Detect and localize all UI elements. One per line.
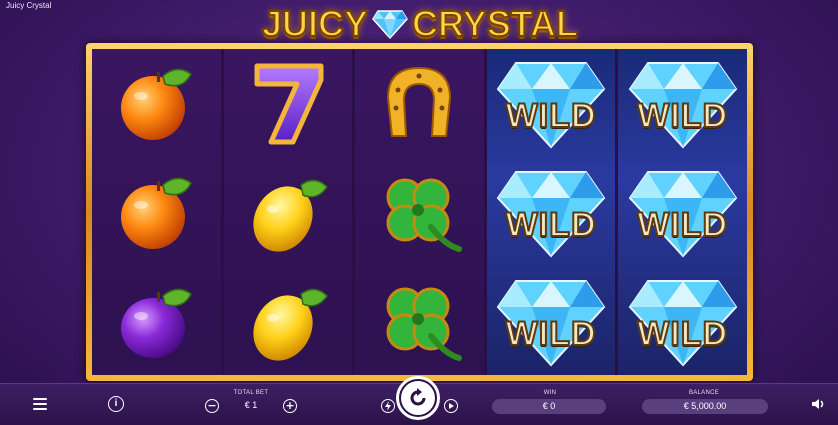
symbol-wild: WILD [628, 53, 738, 153]
symbol-lemon [233, 271, 343, 371]
speaker-icon[interactable] [811, 398, 825, 410]
clover-icon [386, 178, 463, 252]
plus-circle-icon[interactable]: + [283, 399, 297, 413]
reel-2 [223, 49, 353, 375]
symbol-clover [364, 271, 474, 371]
orange-icon [121, 69, 193, 141]
symbol-plum [101, 271, 211, 371]
clover-icon [386, 287, 463, 361]
win-label: WIN [543, 390, 557, 396]
wild-label: WILD [636, 96, 729, 136]
hamburger-menu-icon[interactable] [33, 398, 47, 410]
logo-diamond-icon [372, 10, 408, 39]
wild-label: WILD [636, 314, 729, 354]
symbol-seven [233, 53, 343, 153]
reel-1 [92, 49, 221, 375]
symbol-wild: WILD [496, 53, 606, 153]
symbol-wild: WILD [496, 162, 606, 262]
horseshoe-icon [387, 67, 452, 138]
balance-value: € 5,000.00 [642, 399, 768, 414]
game-stage: Juicy Crystal JUICY CRYSTAL WILD WILD WI… [0, 0, 838, 425]
game-logo: JUICY CRYSTAL [245, 2, 595, 46]
symbol-orange [101, 162, 211, 262]
spin-button[interactable] [396, 376, 440, 420]
orange-icon [121, 177, 193, 249]
total-bet-value: € 1 [244, 400, 258, 410]
minus-circle-icon[interactable]: − [205, 399, 219, 413]
reel-3 [355, 49, 484, 375]
symbol-horseshoe [364, 53, 474, 153]
plum-icon [121, 288, 193, 358]
balance-label: BALANCE [688, 390, 720, 396]
symbol-clover [364, 162, 474, 262]
total-bet-label: TOTAL BET [233, 390, 269, 396]
reel-frame: WILD WILD WILD WILD WILD WILD [86, 43, 753, 381]
symbol-wild: WILD [628, 271, 738, 371]
symbol-orange [101, 53, 211, 153]
symbol-lemon [233, 162, 343, 262]
info-icon[interactable]: i [108, 396, 124, 412]
symbol-wild: WILD [628, 162, 738, 262]
seven-icon [254, 63, 324, 145]
wild-label: WILD [505, 205, 597, 245]
reel-4: WILD WILD WILD [486, 49, 616, 375]
lightning-icon[interactable] [381, 399, 395, 413]
wild-label: WILD [505, 96, 597, 136]
logo-word-juicy: JUICY [261, 2, 369, 45]
reel-5: WILD WILD WILD [618, 49, 747, 375]
refresh-spin-icon [401, 381, 435, 415]
autoplay-icon[interactable] [444, 399, 458, 413]
win-value: € 0 [492, 399, 606, 414]
logo-word-crystal: CRYSTAL [411, 2, 579, 45]
wild-label: WILD [505, 314, 597, 354]
lemon-icon [253, 288, 328, 361]
window-title: Juicy Crystal [6, 1, 52, 10]
symbol-wild: WILD [496, 271, 606, 371]
reel-grid: WILD WILD WILD WILD WILD WILD [92, 49, 747, 375]
wild-label: WILD [636, 205, 729, 245]
lemon-icon [253, 179, 328, 252]
